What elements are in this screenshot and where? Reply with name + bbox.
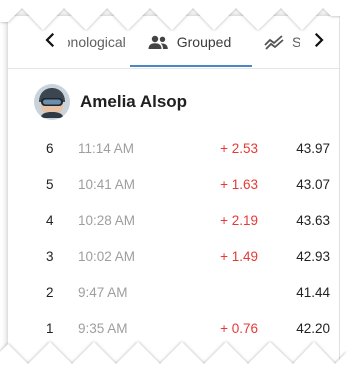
run-time: 10:02 AM <box>78 249 136 264</box>
athlete-name: Amelia Alsop <box>80 92 188 111</box>
tab-grouped-label: Grouped <box>176 34 232 50</box>
run-number: 5 <box>46 177 54 192</box>
trend-icon <box>264 34 284 50</box>
tab-summary-label: Summary <box>292 34 300 50</box>
run-score: 42.93 <box>296 249 330 264</box>
group-icon <box>147 35 169 49</box>
tab-summary[interactable]: Summary <box>254 16 300 68</box>
run-number: 1 <box>46 321 54 336</box>
table-row[interactable]: 1 9:35 AM + 0.76 42.20 <box>0 319 347 339</box>
tab-chronological-label: Chronological <box>68 34 126 50</box>
next-athlete-header: Katie Campbell <box>34 350 203 383</box>
table-row[interactable]: 2 9:47 AM 41.44 <box>0 283 347 303</box>
run-number: 6 <box>46 141 54 156</box>
next-athlete-name: Katie Campbell <box>80 360 203 379</box>
tab-bar: Chronological Grouped <box>8 16 339 69</box>
run-delta: + 2.53 <box>220 141 258 156</box>
run-time: 10:41 AM <box>78 177 136 192</box>
run-delta: + 2.19 <box>220 213 258 228</box>
run-score: 42.20 <box>296 321 330 336</box>
avatar <box>34 84 70 120</box>
tab-grouped[interactable]: Grouped <box>130 16 248 68</box>
run-delta: + 0.76 <box>220 321 258 336</box>
run-score: 43.97 <box>296 141 330 156</box>
chevron-right-icon <box>314 33 324 47</box>
table-row[interactable]: 6 11:14 AM + 2.53 43.97 <box>0 139 347 159</box>
table-row[interactable]: 5 10:41 AM + 1.63 43.07 <box>0 175 347 195</box>
avatar <box>34 352 70 383</box>
screenshot-stage: Chronological Grouped <box>0 0 347 383</box>
run-time: 9:35 AM <box>78 321 128 336</box>
run-number: 2 <box>46 285 54 300</box>
active-tab-indicator <box>130 65 252 67</box>
run-time: 11:14 AM <box>78 141 135 156</box>
tab-scroll-area: Chronological Grouped <box>68 16 300 68</box>
run-number: 3 <box>46 249 54 264</box>
chevron-left-icon <box>45 33 55 47</box>
run-time: 9:47 AM <box>78 285 128 300</box>
run-score: 43.07 <box>296 177 330 192</box>
tab-chronological[interactable]: Chronological <box>68 16 128 68</box>
run-time: 10:28 AM <box>78 213 136 228</box>
athlete-header: Amelia Alsop <box>34 82 187 122</box>
run-delta: + 1.63 <box>220 177 258 192</box>
run-delta: + 1.49 <box>220 249 258 264</box>
scroll-right-button[interactable] <box>305 26 333 54</box>
scroll-left-button[interactable] <box>36 26 64 54</box>
table-row[interactable]: 4 10:28 AM + 2.19 43.63 <box>0 211 347 231</box>
tabs-strip: Chronological Grouped <box>68 16 300 68</box>
table-row[interactable]: 3 10:02 AM + 1.49 42.93 <box>0 247 347 267</box>
run-score: 43.63 <box>296 213 330 228</box>
run-score: 41.44 <box>296 285 330 300</box>
run-number: 4 <box>46 213 54 228</box>
